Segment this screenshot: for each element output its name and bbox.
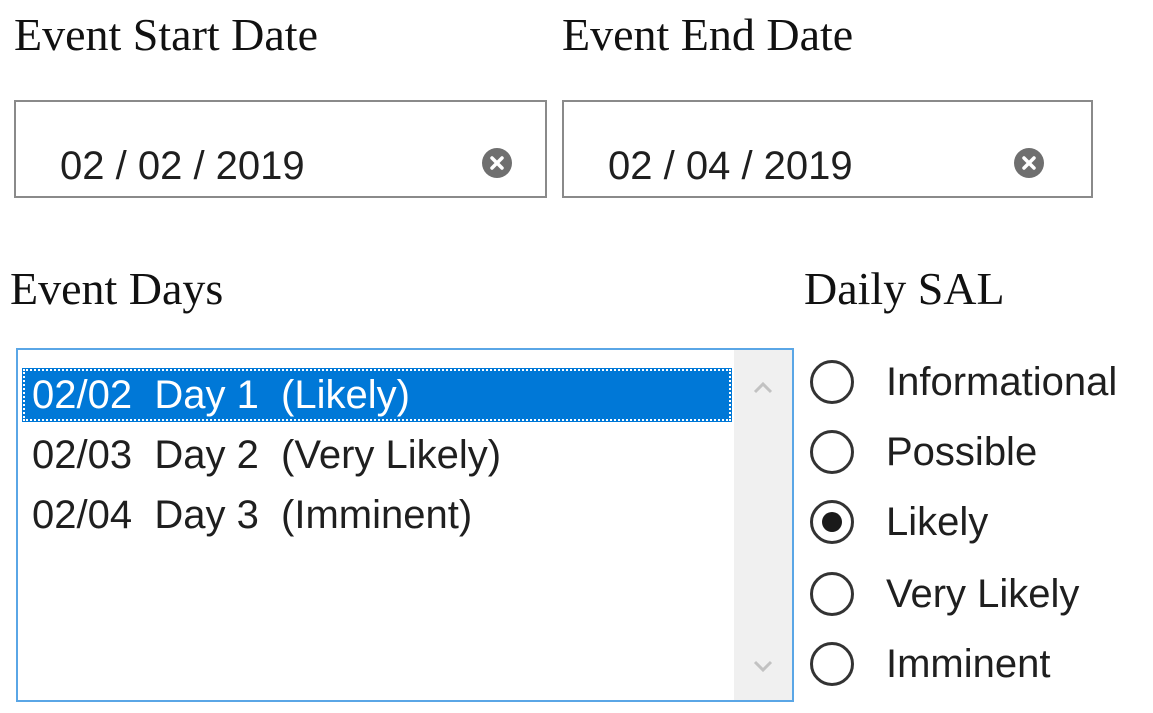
chevron-up-icon[interactable] [734,354,792,414]
radio-button[interactable] [810,430,854,474]
clear-icon[interactable] [482,148,512,178]
list-item[interactable]: 02/03 Day 2 (Very Likely) [22,428,732,482]
end-date-value: 02 / 04 / 2019 [608,144,853,188]
radio-button[interactable] [810,360,854,404]
list-item[interactable]: 02/04 Day 3 (Imminent) [22,488,732,542]
daily-sal-heading: Daily SAL [804,263,1005,314]
start-date-field[interactable]: 02 / 02 / 2019 [14,100,547,198]
radio-label: Imminent [886,642,1051,686]
list-item[interactable]: 02/02 Day 1 (Likely) [22,368,732,422]
radio-label: Informational [886,360,1118,404]
start-date-value: 02 / 02 / 2019 [60,144,305,188]
radio-button-checked[interactable] [810,500,854,544]
radio-dot [822,512,842,532]
radio-button[interactable] [810,572,854,616]
radio-label: Possible [886,430,1038,474]
event-days-listbox[interactable]: 02/02 Day 1 (Likely) 02/03 Day 2 (Very L… [16,348,794,702]
clear-icon[interactable] [1014,148,1044,178]
chevron-down-icon[interactable] [734,638,792,698]
event-days-heading: Event Days [10,263,224,314]
radio-button[interactable] [810,642,854,686]
start-date-heading: Event Start Date [14,9,319,60]
end-date-heading: Event End Date [562,9,854,60]
radio-label: Likely [886,500,989,544]
listbox-scrollbar[interactable] [734,350,792,700]
end-date-field[interactable]: 02 / 04 / 2019 [562,100,1093,198]
radio-label: Very Likely [886,572,1080,616]
